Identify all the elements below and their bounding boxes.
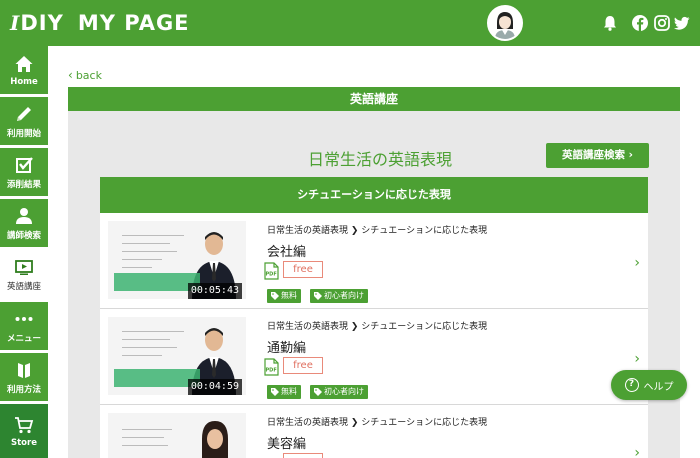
chevron-left-icon: ‹ [68,68,73,82]
lesson-row[interactable]: 00:04:59 日常生活の英語表現 ❯ シチュエーションに応じた表現 通勤編 … [100,309,648,405]
sidebar-item-label: 講師検索 [6,230,41,241]
sidebar-item-label: 利用方法 [6,384,41,395]
chevron-right-icon: › [628,149,633,161]
free-badge: free [283,357,323,374]
pdf-icon[interactable]: PDF [263,262,279,280]
sidebar-item-english-course[interactable]: 英語講座 [0,250,48,298]
lesson-title[interactable]: 通勤編 [267,337,306,356]
sidebar-item-label: メニュー [6,333,41,344]
top-header: I DIY MY PAGE [0,0,700,46]
sidebar: Home 利用開始 添削結果 講師検索 英語講座 メニュー 利用方法 Store [0,46,48,458]
svg-text:PDF: PDF [266,368,277,374]
dots-icon [15,316,33,321]
tag-free[interactable]: 無料 [267,385,301,399]
person-icon [16,207,32,224]
help-label: ヘルプ [643,381,674,393]
logo-text: DIY [20,11,64,35]
course-title: 日常生活の英語表現 [307,150,452,169]
sidebar-item-label: 英語講座 [6,281,41,292]
bell-icon[interactable] [601,14,619,32]
lesson-title[interactable]: 会社編 [267,241,306,260]
logo-page-text: MY PAGE [77,11,190,35]
sidebar-item-results[interactable]: 添削結果 [0,148,48,196]
avatar[interactable] [487,5,523,41]
lesson-row[interactable]: 日常生活の英語表現 ❯ シチュエーションに応じた表現 美容編 › [100,405,648,458]
sidebar-item-store[interactable]: Store [0,404,48,458]
tag-beginner[interactable]: 初心者向け [310,289,368,303]
video-thumbnail[interactable]: 00:05:43 [108,221,246,299]
checkbox-icon [16,156,33,173]
tag-icon [314,292,322,300]
twitter-icon[interactable] [673,14,691,32]
video-thumbnail[interactable]: 00:04:59 [108,317,246,395]
panel-title: 英語講座 [68,87,680,111]
sidebar-item-label: 添削結果 [6,179,41,190]
free-badge [283,453,323,458]
free-badge: free [283,261,323,278]
back-link[interactable]: ‹ back [68,68,102,82]
tag-icon [271,388,279,396]
video-duration: 00:04:59 [187,379,242,395]
sidebar-item-label: Home [10,76,38,87]
chevron-right-icon[interactable]: › [634,445,640,458]
sidebar-item-start[interactable]: 利用開始 [0,97,48,145]
help-button[interactable]: ? ヘルプ [611,370,687,400]
tag-icon [271,292,279,300]
tag-free[interactable]: 無料 [267,289,301,303]
book-icon [18,362,30,378]
tag-icon [314,388,322,396]
pdf-icon[interactable]: PDF [263,358,279,376]
back-label: back [75,68,102,82]
logo[interactable]: I DIY MY PAGE [10,9,190,37]
sidebar-item-menu[interactable]: メニュー [0,302,48,350]
lesson-title[interactable]: 美容編 [267,433,306,452]
video-icon [15,259,33,275]
question-icon: ? [624,378,639,392]
course-search-label: 英語講座検索 [562,149,625,161]
svg-text:PDF: PDF [266,272,277,278]
sidebar-item-how-to-use[interactable]: 利用方法 [0,353,48,401]
chevron-right-icon[interactable]: › [634,351,640,367]
chevron-right-icon[interactable]: › [634,255,640,271]
sidebar-item-home[interactable]: Home [0,46,48,94]
logo-mark: I [10,11,20,35]
lesson-breadcrumb: 日常生活の英語表現 ❯ シチュエーションに応じた表現 [267,322,488,332]
lesson-breadcrumb: 日常生活の英語表現 ❯ シチュエーションに応じた表現 [267,418,488,428]
sidebar-item-label: 利用開始 [6,128,41,139]
lesson-row[interactable]: 00:05:43 日常生活の英語表現 ❯ シチュエーションに応じた表現 会社編 … [100,213,648,309]
video-thumbnail[interactable] [108,413,246,458]
instagram-icon[interactable] [653,14,671,32]
cart-icon [15,416,34,433]
lesson-breadcrumb: 日常生活の英語表現 ❯ シチュエーションに応じた表現 [267,226,488,236]
pencil-icon [17,106,31,121]
home-icon [15,55,33,72]
course-search-button[interactable]: 英語講座検索 › [546,143,649,168]
sidebar-item-teacher-search[interactable]: 講師検索 [0,199,48,247]
sidebar-item-label: Store [11,437,37,448]
tag-beginner[interactable]: 初心者向け [310,385,368,399]
facebook-icon[interactable] [631,14,649,32]
video-duration: 00:05:43 [187,283,242,299]
section-title: シチュエーションに応じた表現 [100,177,648,213]
